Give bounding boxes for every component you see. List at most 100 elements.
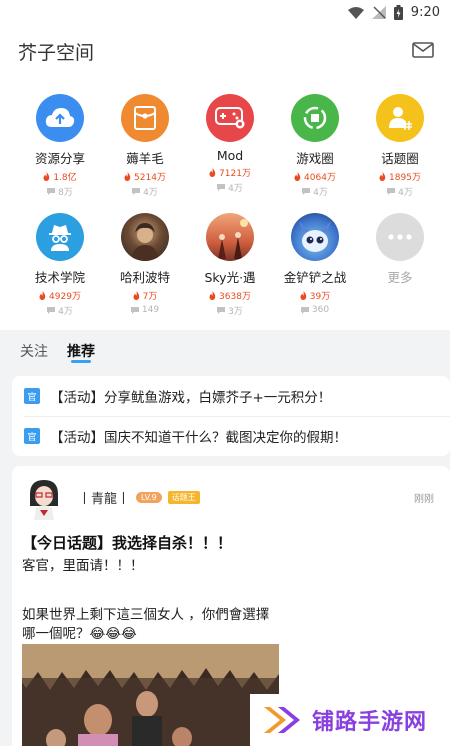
announcement-text: 【活动】国庆不知道干什么？截图决定你的假期！	[50, 430, 347, 446]
heat-value: 5214万	[134, 172, 166, 183]
comment-icon	[47, 187, 56, 195]
sky-avatar-icon	[206, 213, 254, 261]
page-title: 芥子空间	[18, 42, 95, 64]
avatar[interactable]	[22, 476, 66, 520]
divider	[24, 416, 450, 417]
category-item-tft[interactable]: 金铲铲之战 39万 360	[270, 213, 360, 316]
heat-value: 1895万	[389, 172, 421, 183]
tft-avatar-icon	[291, 213, 339, 261]
spy-icon	[36, 213, 84, 261]
user-hash-icon	[376, 94, 424, 142]
flame-icon	[209, 167, 216, 177]
post-title[interactable]: 【今日话题】我选择自杀！！！	[22, 532, 232, 553]
post-text-line: 哪一個呢？😂😂😂	[22, 626, 137, 642]
heat-value: 39万	[309, 291, 331, 302]
comment-count: 149	[141, 305, 160, 315]
heat-value: 3638万	[219, 291, 251, 302]
heat-value: 1.8亿	[53, 172, 77, 183]
heat-stat: 5214万	[124, 170, 166, 183]
more-dots-icon	[376, 213, 424, 261]
post-text-line: 客官，里面请！！！	[22, 558, 144, 574]
author-row: 丨青龍丨 LV.9 话题王	[78, 488, 200, 507]
category-item-game-circle[interactable]: 游戏圈 4064万 4万	[270, 94, 360, 198]
comment-icon	[302, 187, 311, 195]
comment-icon	[132, 187, 141, 195]
category-item-sky[interactable]: Sky光·遇 3638万 3万	[185, 213, 275, 317]
category-label: 金铲铲之战	[283, 270, 347, 285]
gamepad-icon	[206, 94, 254, 142]
category-label: Sky光·遇	[204, 270, 256, 285]
comment-stat: 8万	[47, 185, 73, 198]
category-label: 话题圈	[381, 151, 419, 166]
comment-count: 4万	[313, 187, 328, 198]
category-item-mod[interactable]: Mod 7121万 4万	[185, 94, 275, 194]
heat-value: 4929万	[49, 291, 81, 302]
heat-value: 7121万	[219, 168, 251, 179]
battery-icon	[393, 5, 403, 20]
heat-stat: 4064万	[294, 170, 336, 183]
site-watermark: 铺路手游网	[250, 694, 450, 746]
heat-value: 7万	[142, 291, 158, 302]
category-label: 技术学院	[34, 270, 85, 285]
category-item-more[interactable]: 更多	[355, 213, 445, 286]
category-grid: 资源分享 1.8亿 8万 薅羊毛 5214万 4万 Mod 7121万 4万 游…	[0, 78, 450, 330]
category-item-harry-potter[interactable]: 哈利波特 7万 149	[100, 213, 190, 316]
post-image[interactable]	[22, 644, 279, 746]
comment-stat: 4万	[302, 185, 328, 198]
cloud-upload-icon	[36, 94, 84, 142]
harry-potter-avatar-icon	[121, 213, 169, 261]
comment-icon	[387, 187, 396, 195]
flame-icon	[133, 290, 139, 300]
orbit-icon	[291, 94, 339, 142]
author-name[interactable]: 丨青龍丨	[78, 488, 130, 507]
heat-stat: 1895万	[379, 170, 421, 183]
watermark-text: 铺路手游网	[312, 710, 428, 735]
tab-follow[interactable]: 关注	[20, 341, 48, 361]
status-time: 9:20	[410, 5, 440, 20]
comment-icon	[217, 183, 226, 191]
comment-count: 4万	[398, 187, 413, 198]
comment-stat: 4万	[132, 185, 158, 198]
official-tag: 官	[24, 388, 40, 404]
comment-count: 4万	[228, 183, 243, 194]
category-item-deals[interactable]: 薅羊毛 5214万 4万	[100, 94, 190, 198]
announcement-text: 【活动】分享鱿鱼游戏，白嫖芥子+一元积分！	[50, 390, 332, 406]
heat-stat: 3638万	[209, 289, 251, 302]
flame-icon	[379, 171, 386, 181]
comment-count: 3万	[228, 306, 243, 317]
heat-stat: 39万	[300, 289, 331, 302]
announcement-item[interactable]: 官 【活动】分享鱿鱼游戏，白嫖芥子+一元积分！	[24, 378, 331, 414]
watermark-logo-icon	[264, 707, 300, 733]
comment-count: 360	[311, 305, 330, 315]
level-badge: LV.9	[136, 492, 162, 503]
heat-stat: 4929万	[39, 289, 81, 302]
category-item-tech[interactable]: 技术学院 4929万 4万	[15, 213, 105, 317]
role-badge: 话题王	[167, 491, 200, 504]
flame-icon	[43, 171, 50, 181]
announcement-item[interactable]: 官 【活动】国庆不知道干什么？截图决定你的假期！	[24, 418, 347, 454]
flame-icon	[300, 290, 306, 300]
comment-icon	[300, 306, 309, 314]
heat-stat: 7万	[133, 289, 158, 302]
comment-stat: 4万	[47, 304, 73, 317]
category-item-resources[interactable]: 资源分享 1.8亿 8万	[15, 94, 105, 198]
comment-icon	[217, 306, 226, 314]
comment-stat: 149	[130, 304, 160, 316]
comment-count: 4万	[58, 306, 73, 317]
category-item-topics[interactable]: 话题圈 1895万 4万	[355, 94, 445, 198]
signal-icon	[371, 6, 386, 19]
tab-recommend[interactable]: 推荐	[67, 341, 95, 361]
feed-tabs: 关注 推荐	[0, 330, 450, 370]
flame-icon	[124, 171, 131, 181]
comment-stat: 3万	[217, 304, 243, 317]
category-label: 资源分享	[34, 151, 85, 166]
mail-icon[interactable]	[412, 42, 434, 58]
flame-icon	[39, 290, 46, 300]
comment-count: 4万	[143, 187, 158, 198]
category-label: 更多	[387, 270, 413, 285]
wifi-icon	[347, 6, 364, 19]
comment-icon	[130, 306, 139, 314]
comment-count: 8万	[58, 187, 73, 198]
category-label: 薅羊毛	[126, 151, 164, 166]
flame-icon	[209, 290, 216, 300]
